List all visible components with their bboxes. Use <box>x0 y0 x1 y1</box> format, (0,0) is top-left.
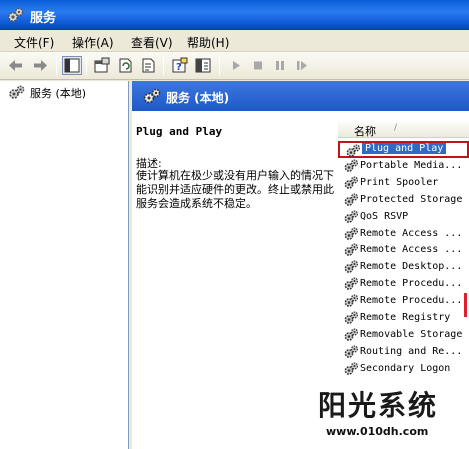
selected-service-name: Plug and Play <box>136 125 223 138</box>
service-row[interactable]: Remote Procedu... <box>338 293 469 310</box>
service-name: QoS RSVP <box>360 210 409 222</box>
toolbar: ? <box>0 52 469 80</box>
service-name: Remote Registry <box>360 312 451 323</box>
title-bar: 服务 <box>0 0 469 30</box>
service-name: Remote Procedu... <box>360 278 463 290</box>
service-row[interactable]: Routing and Re... <box>338 344 469 361</box>
console-tree: 服务 (本地) <box>0 81 129 449</box>
pause-service-icon[interactable] <box>270 56 290 75</box>
service-gear-icon <box>344 210 359 227</box>
service-gear-icon <box>344 193 359 210</box>
watermark: 阳光系统 www.010dh.com <box>306 384 466 446</box>
service-row[interactable]: Plug and Play <box>338 141 469 158</box>
service-row[interactable]: Secondary Logon <box>338 361 469 378</box>
menu-view[interactable]: 查看(V) <box>131 34 173 51</box>
service-gear-icon <box>344 294 359 311</box>
menu-action[interactable]: 操作(A) <box>72 34 114 51</box>
refresh-icon[interactable] <box>115 56 135 75</box>
service-row[interactable]: Removable Storage <box>338 327 469 344</box>
service-name: Removable Storage <box>360 328 463 340</box>
help-icon[interactable]: ? <box>170 56 190 75</box>
tree-item-label: 服务 (本地) <box>30 87 87 100</box>
watermark-site: www.010dh.com <box>326 425 429 438</box>
stop-service-icon[interactable] <box>248 56 268 75</box>
service-row[interactable]: Remote Access ... <box>338 226 469 243</box>
services-gear-icon <box>142 88 162 108</box>
service-name: Remote Access ... <box>360 244 463 256</box>
service-row[interactable]: QoS RSVP <box>338 209 469 226</box>
menu-help[interactable]: 帮助(H) <box>187 34 229 51</box>
service-gear-icon <box>344 176 359 193</box>
toolbar-separator <box>219 57 220 75</box>
services-gear-icon <box>8 85 26 103</box>
services-gear-icon <box>7 7 24 24</box>
restart-service-icon[interactable] <box>292 56 312 75</box>
service-gear-icon <box>344 311 359 328</box>
service-name: Protected Storage <box>360 193 463 205</box>
service-gear-icon <box>344 345 359 362</box>
sort-indicator: / <box>394 123 398 133</box>
details-header: 服务 (本地) <box>132 81 469 111</box>
export-list-icon[interactable] <box>138 56 158 75</box>
service-gear-icon <box>344 260 359 277</box>
menu-file[interactable]: 文件(F) <box>14 34 54 51</box>
service-row[interactable]: Print Spooler <box>338 175 469 192</box>
start-service-icon[interactable] <box>226 56 246 75</box>
forward-icon[interactable] <box>30 56 50 75</box>
service-row[interactable]: Portable Media... <box>338 158 469 175</box>
service-gear-icon <box>344 362 359 379</box>
service-gear-icon <box>344 277 359 294</box>
service-row[interactable]: Remote Procedu... <box>338 276 469 293</box>
service-name: Remote Procedu... <box>360 295 463 307</box>
details-header-title: 服务 (本地) <box>166 91 230 105</box>
toolbar-separator <box>86 57 87 75</box>
properties-icon[interactable] <box>92 56 112 75</box>
service-row[interactable]: Protected Storage <box>338 192 469 209</box>
service-name: Remote Access ... <box>360 227 463 239</box>
service-row[interactable]: Remote Desktop... <box>338 259 469 276</box>
service-gear-icon <box>344 226 359 244</box>
service-name: Portable Media... <box>360 159 463 171</box>
description-text: 使计算机在极少或没有用户输入的情况下能识别并适应硬件的更改。终止或禁用此服务会造… <box>136 169 334 210</box>
watermark-brand: 阳光系统 <box>318 389 439 422</box>
service-name: Secondary Logon <box>360 362 451 374</box>
back-icon[interactable] <box>6 56 26 75</box>
service-gear-icon <box>344 243 359 260</box>
service-name: Remote Desktop... <box>360 261 463 273</box>
service-name: Routing and Re... <box>360 345 463 357</box>
service-gear-icon <box>344 159 359 176</box>
highlight-marker <box>464 293 467 317</box>
service-row[interactable]: Remote Registry <box>338 310 469 327</box>
service-name: Plug and Play <box>362 143 447 154</box>
column-header-name[interactable]: 名称 / <box>338 120 469 138</box>
svg-text:?: ? <box>176 62 182 73</box>
window-title: 服务 <box>30 11 57 26</box>
service-row[interactable]: Remote Access ... <box>338 242 469 259</box>
console-tree-icon[interactable] <box>193 56 213 75</box>
service-name: Print Spooler <box>360 176 439 188</box>
toolbar-separator <box>163 57 164 75</box>
column-header-label: 名称 <box>354 125 376 138</box>
menu-bar: 文件(F) 操作(A) 查看(V) 帮助(H) <box>0 30 469 52</box>
show-hide-tree-icon[interactable] <box>62 56 82 75</box>
toolbar-separator <box>56 57 57 75</box>
service-gear-icon <box>344 328 359 345</box>
